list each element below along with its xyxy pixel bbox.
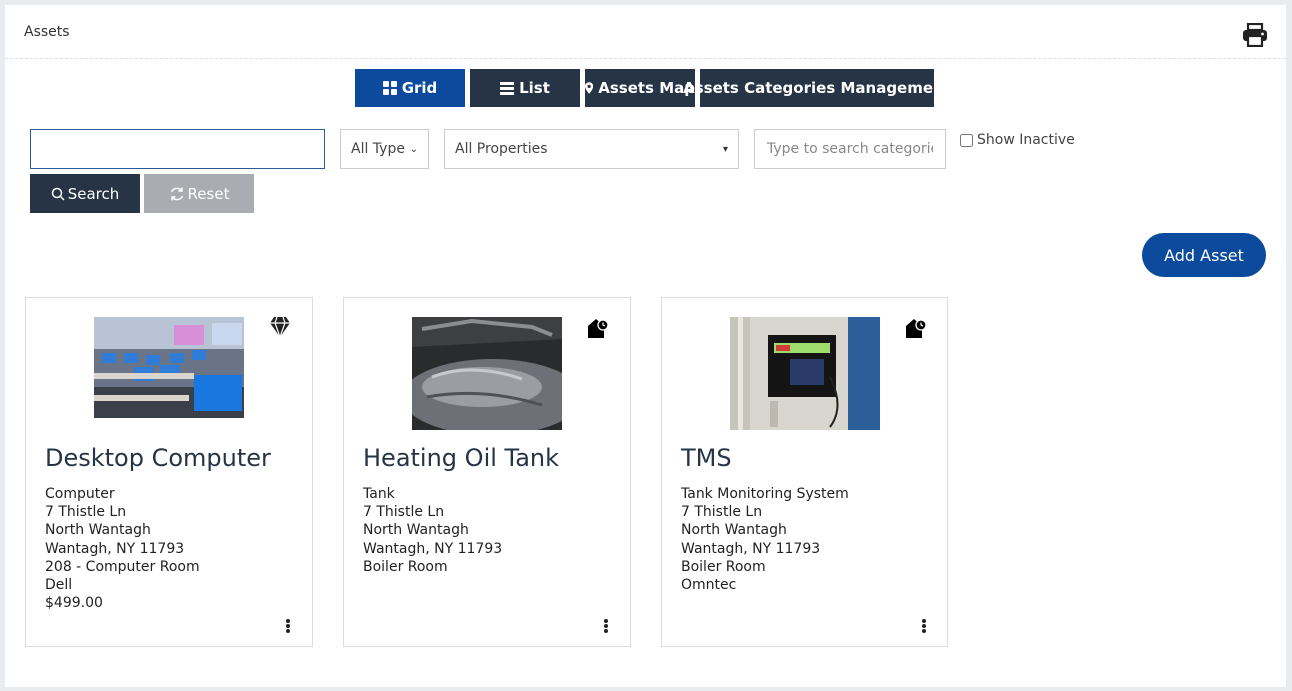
reset-button[interactable]: Reset	[144, 174, 254, 213]
assets-map-label: Assets Map	[598, 79, 695, 97]
asset-category: Tank	[363, 486, 395, 502]
property-select-value: All Properties	[455, 141, 548, 157]
asset-price: $499.00	[45, 595, 103, 612]
asset-card[interactable]: Heating Oil Tank Tank 7 Thistle Ln North…	[343, 297, 631, 647]
asset-address-area: North Wantagh	[363, 522, 469, 539]
asset-title[interactable]: Desktop Computer	[45, 444, 271, 472]
diamond-icon	[268, 316, 292, 340]
house-clock-icon	[586, 316, 610, 340]
list-icon	[500, 81, 515, 95]
asset-details: Tank 7 Thistle Ln North Wantagh Wantagh,…	[363, 485, 502, 576]
asset-category: Tank Monitoring System	[681, 486, 849, 502]
asset-title[interactable]: TMS	[681, 444, 732, 472]
show-inactive-checkbox[interactable]	[960, 133, 973, 147]
list-view-button[interactable]: List	[470, 69, 580, 107]
search-icon	[51, 187, 65, 201]
panel-title: Assets	[24, 24, 70, 40]
asset-title[interactable]: Heating Oil Tank	[363, 444, 559, 472]
asset-details: Tank Monitoring System 7 Thistle Ln Nort…	[681, 485, 849, 594]
assets-categories-management-label: Assets Categories Management	[683, 79, 951, 97]
refresh-icon	[170, 187, 183, 200]
add-asset-button[interactable]: Add Asset	[1142, 233, 1266, 277]
asset-details: Computer 7 Thistle Ln North Wantagh Want…	[45, 485, 200, 612]
asset-address-street: 7 Thistle Ln	[363, 504, 445, 521]
grid-view-label: Grid	[401, 79, 438, 97]
asset-location: Boiler Room	[363, 558, 448, 575]
show-inactive-label: Show Inactive	[977, 132, 1075, 148]
type-select-value: All Type	[351, 141, 405, 157]
assets-map-button[interactable]: Assets Map	[585, 69, 695, 107]
search-button-label: Search	[67, 184, 120, 203]
asset-card[interactable]: Desktop Computer Computer 7 Thistle Ln N…	[25, 297, 313, 647]
search-button[interactable]: Search	[30, 174, 140, 213]
kebab-menu-icon[interactable]	[281, 616, 295, 636]
asset-address-city: Wantagh, NY 11793	[681, 540, 821, 557]
asset-category: Computer	[45, 486, 115, 502]
search-input[interactable]	[30, 129, 325, 169]
chevron-down-icon: ⌄	[409, 143, 418, 155]
asset-address-city: Wantagh, NY 11793	[363, 540, 503, 557]
assets-panel: Assets Grid List Assets Map Assets Categ…	[5, 5, 1286, 687]
computer-lab-photo	[94, 317, 244, 418]
category-search-input[interactable]	[754, 129, 946, 169]
kebab-menu-icon[interactable]	[917, 616, 931, 636]
asset-address-street: 7 Thistle Ln	[45, 504, 127, 521]
grid-view-button[interactable]: Grid	[355, 69, 465, 107]
list-view-label: List	[519, 79, 550, 97]
asset-manufacturer: Dell	[45, 577, 73, 594]
grid-icon	[382, 81, 397, 95]
asset-address-area: North Wantagh	[45, 522, 151, 539]
caret-down-icon: ▾	[722, 143, 728, 155]
kebab-menu-icon[interactable]	[599, 616, 613, 636]
oil-tank-photo	[412, 317, 562, 430]
header-divider	[5, 58, 1286, 59]
asset-card[interactable]: TMS Tank Monitoring System 7 Thistle Ln …	[661, 297, 948, 647]
assets-categories-management-button[interactable]: Assets Categories Management	[683, 69, 951, 107]
map-marker-icon	[585, 82, 594, 94]
print-icon[interactable]	[1242, 22, 1268, 48]
show-inactive-toggle[interactable]: Show Inactive	[960, 132, 1075, 148]
tank-monitor-photo	[730, 317, 880, 430]
asset-address-street: 7 Thistle Ln	[681, 504, 763, 521]
house-clock-icon	[904, 316, 928, 340]
asset-address-city: Wantagh, NY 11793	[45, 540, 185, 557]
asset-location: 208 - Computer Room	[45, 558, 200, 575]
asset-address-area: North Wantagh	[681, 522, 787, 539]
property-select[interactable]: All Properties ▾	[444, 129, 739, 169]
asset-manufacturer: Omntec	[681, 577, 737, 594]
type-select[interactable]: All Type ⌄	[340, 129, 429, 169]
asset-location: Boiler Room	[681, 558, 766, 575]
reset-button-label: Reset	[187, 184, 230, 203]
